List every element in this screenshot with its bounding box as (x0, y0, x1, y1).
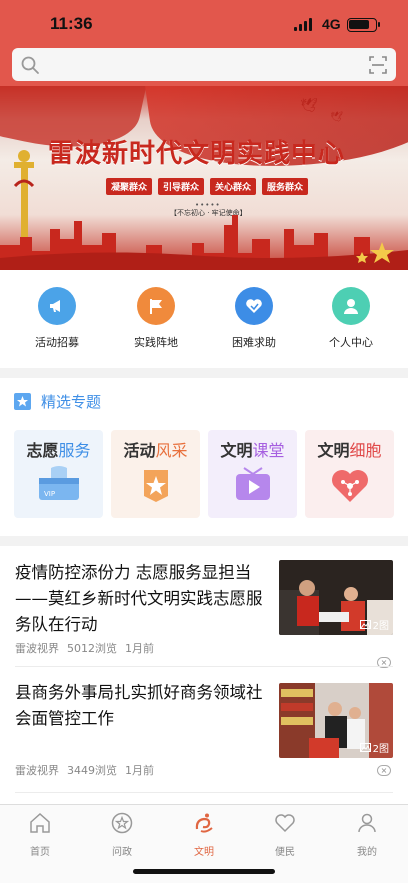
tab-label: 首页 (30, 847, 50, 858)
news-title: 疫情防控添份力 志愿服务显担当——莫红乡新时代文明实践志愿服务队在行动 (15, 563, 263, 634)
topic-card-civilization-cell[interactable]: 文明细胞 (305, 430, 394, 518)
news-time: 1月前 (125, 764, 154, 777)
divider (15, 666, 393, 667)
topic-card-activity-showcase[interactable]: 活动风采 (111, 430, 200, 518)
tab-label: 问政 (112, 847, 132, 858)
dove-icon: 🕊 (300, 98, 318, 114)
image-count: 2图 (359, 740, 389, 755)
user-icon (332, 287, 370, 325)
tab-label: 我的 (357, 847, 377, 858)
divider (15, 792, 393, 793)
status-bar: 11:36 4G (0, 10, 408, 40)
banner-tag: 关心群众 (210, 178, 257, 195)
heart-cell-icon (332, 470, 368, 502)
quick-item-activity-recruit[interactable]: 活动招募 (17, 287, 97, 350)
tab-home[interactable]: 首页 (10, 811, 70, 858)
city-skyline (0, 215, 408, 270)
dove-icon: 🕊 (330, 112, 343, 123)
banner[interactable]: 🕊 🕊 雷波新时代文明实践中心 凝聚群众 引导群众 关心群众 服务群众 ••••… (0, 86, 408, 270)
quick-menu: 活动招募 实践阵地 困难求助 个人中心 (0, 270, 408, 368)
home-indicator (133, 869, 275, 874)
star-badge-icon (144, 470, 168, 502)
news-thumbnail: 2图 (279, 683, 393, 758)
banner-tag: 引导群众 (158, 178, 205, 195)
quick-item-label: 活动招募 (35, 336, 79, 349)
banner-title: 雷波新时代文明实践中心 (48, 139, 346, 169)
home-icon (30, 812, 50, 833)
tab-label: 便民 (275, 847, 295, 858)
news-views: 3449浏览 (67, 764, 117, 777)
banner-tags: 凝聚群众 引导群众 关心群众 服务群众 (106, 178, 309, 195)
news-item[interactable]: 县商务外事局扎实抓好商务领域社会面管控工作 雷波视界 3449浏览 1月前 2图… (15, 680, 393, 792)
search-bar[interactable] (12, 48, 396, 81)
banner-tag: 凝聚群众 (106, 178, 153, 195)
signal-icon (294, 18, 312, 31)
heart-icon (275, 814, 295, 833)
news-views: 5012浏览 (67, 642, 117, 655)
tab-inquiry[interactable]: 问政 (92, 811, 152, 858)
card-prefix: 文明 (220, 441, 253, 460)
star-chat-icon (111, 812, 133, 834)
bookmark-star-icon (14, 393, 31, 410)
news-item[interactable]: 疫情防控添份力 志愿服务显担当——莫红乡新时代文明实践志愿服务队在行动 雷波视界… (15, 560, 393, 672)
battery-icon (347, 18, 380, 32)
quick-item-profile[interactable]: 个人中心 (311, 287, 391, 350)
card-highlight: 课堂 (252, 441, 285, 460)
civilization-logo-icon (195, 813, 213, 833)
topic-card-civilization-class[interactable]: 文明课堂 (208, 430, 297, 518)
tab-convenience[interactable]: 便民 (255, 811, 315, 858)
news-meta: 雷波视界 3449浏览 1月前 (15, 762, 154, 778)
quick-item-label: 实践阵地 (134, 336, 178, 349)
flag-icon (137, 287, 175, 325)
card-prefix: 活动 (123, 441, 156, 460)
news-list: 疫情防控添份力 志愿服务显担当——莫红乡新时代文明实践志愿服务队在行动 雷波视界… (0, 546, 408, 804)
news-time: 1月前 (125, 642, 154, 655)
news-source: 雷波视界 (15, 642, 59, 655)
gallery-icon (359, 620, 371, 629)
news-thumbnail: 2图 (279, 560, 393, 635)
card-prefix: 文明 (317, 441, 350, 460)
card-prefix: 志愿 (26, 441, 59, 460)
dislike-close-button[interactable]: × (377, 765, 391, 776)
svg-text:VIP: VIP (44, 490, 55, 498)
quick-item-help[interactable]: 困难求助 (214, 287, 294, 350)
card-highlight: 细胞 (349, 441, 382, 460)
gallery-icon (359, 743, 371, 752)
news-meta: 雷波视界 5012浏览 1月前 (15, 640, 154, 656)
top-bar: 11:36 4G (0, 0, 408, 86)
card-highlight: 服务 (58, 441, 91, 460)
featured-cards: 志愿服务 VIP 活动风采 文明课堂 文明细胞 (14, 430, 394, 518)
scan-icon[interactable] (368, 55, 388, 75)
network-type: 4G (322, 16, 341, 32)
quick-item-practice-base[interactable]: 实践阵地 (116, 287, 196, 350)
topic-card-volunteer-service[interactable]: 志愿服务 VIP (14, 430, 103, 518)
megaphone-icon (38, 287, 76, 325)
image-count: 2图 (359, 617, 389, 632)
heart-hand-icon (235, 287, 273, 325)
news-source: 雷波视界 (15, 764, 59, 777)
tab-civilization[interactable]: 文明 (174, 811, 234, 858)
featured-header: 精选专题 (14, 391, 101, 412)
news-title: 县商务外事局扎实抓好商务领域社会面管控工作 (15, 683, 263, 728)
featured-title: 精选专题 (41, 393, 102, 411)
quick-item-label: 个人中心 (329, 336, 373, 349)
featured-topics: 精选专题 志愿服务 VIP 活动风采 文明课堂 文明细胞 (0, 378, 408, 536)
tab-label: 文明 (194, 847, 214, 858)
card-highlight: 风采 (155, 441, 188, 460)
quick-item-label: 困难求助 (232, 336, 276, 349)
banner-tag: 服务群众 (262, 178, 309, 195)
status-time: 11:36 (50, 14, 93, 33)
vip-card-icon: VIP (39, 466, 79, 500)
user-icon (358, 813, 376, 833)
video-play-icon (236, 467, 270, 500)
tab-mine[interactable]: 我的 (337, 811, 397, 858)
search-icon (21, 56, 39, 74)
